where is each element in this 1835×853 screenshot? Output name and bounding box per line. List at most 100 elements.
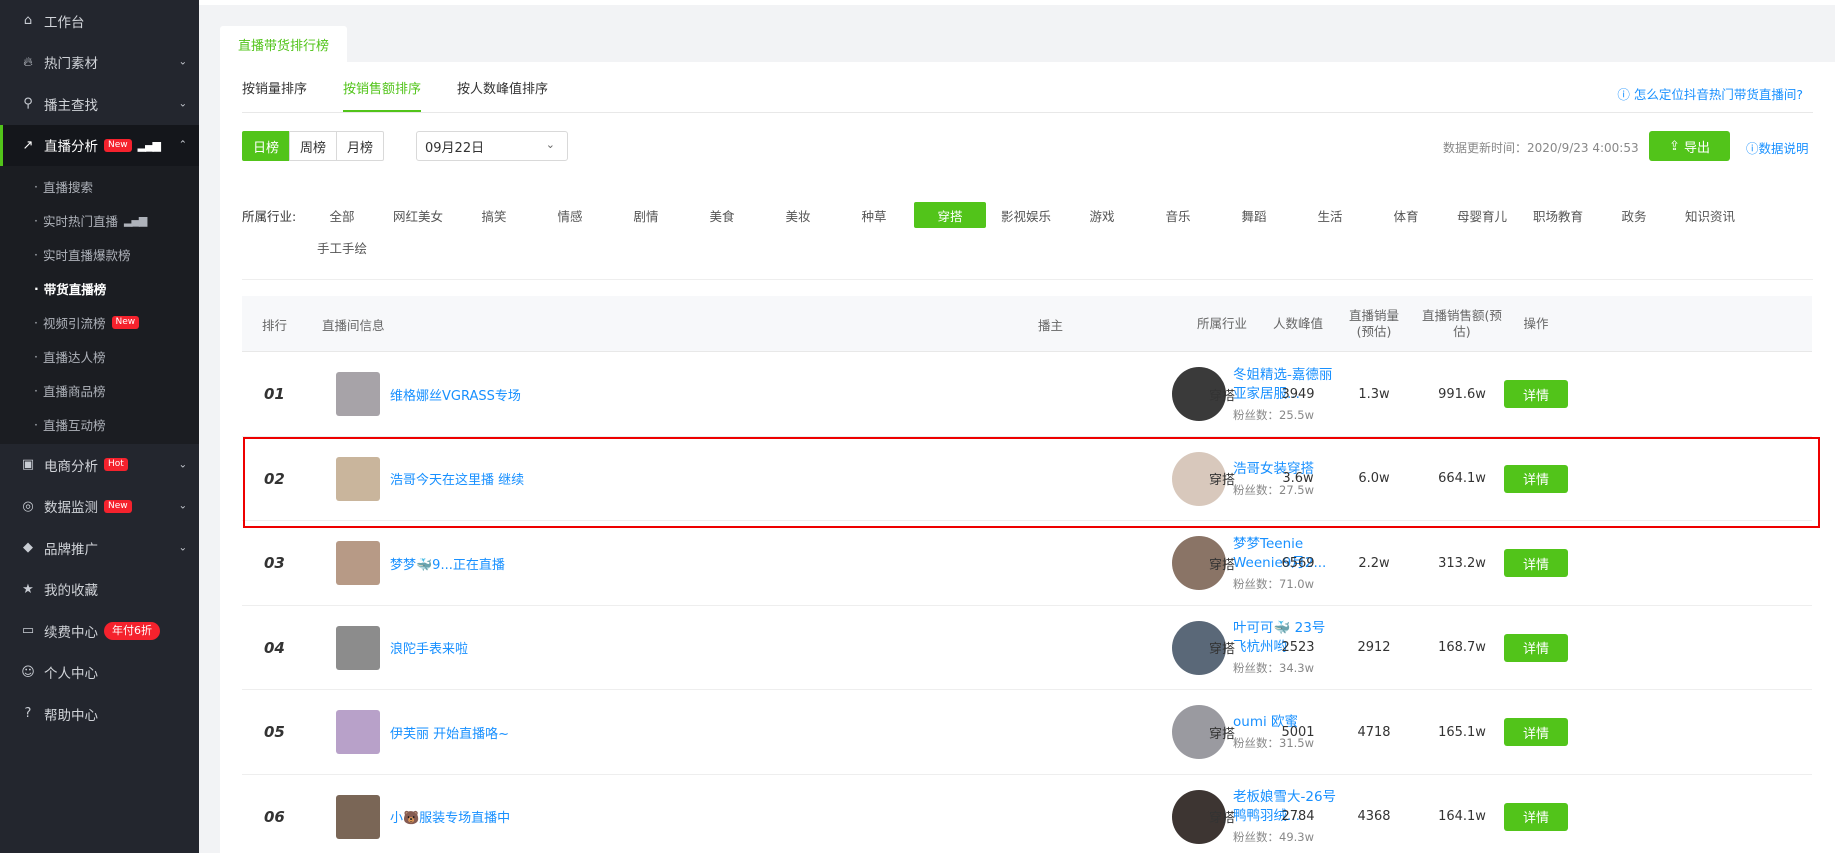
table-row: 01 维格娜丝VGRASS专场 冬姐精选-嘉德丽亚家居服... 粉丝数：25.5w 穿搭… <box>242 352 1812 437</box>
industry-chip[interactable]: 搞笑 <box>456 202 532 228</box>
table-row: 06 小🐻服装专场直播中 老板娘雪大-26号鸭鸭羽绒... 粉丝数：49.3w 穿搭 27… <box>242 775 1812 853</box>
industry-chip[interactable]: 生活 <box>1292 202 1368 228</box>
sales-volume-cell: 2912 <box>1357 640 1391 655</box>
sub-realtime-hot-live[interactable]: · 实时热门直播 ▂▄▆ <box>0 203 199 237</box>
help-link[interactable]: ⓘ 怎么定位抖音热门带货直播间? <box>1617 84 1803 103</box>
detail-button[interactable]: 详情 <box>1504 633 1568 662</box>
tab-sort-by-amount[interactable]: 按销售额排序 <box>343 62 422 112</box>
nav-help-center[interactable]: ? 帮助中心 <box>0 693 199 735</box>
industry-chip[interactable]: 剧情 <box>608 202 684 228</box>
room-info: 小🐻服装专场直播中 <box>336 775 510 853</box>
industry-chip[interactable]: 手工手绘 <box>304 234 380 260</box>
table-row: 05 伊芙丽 开始直播咯~ oumi 欧蜜 粉丝数：31.5w 穿搭 5001 4718 16… <box>242 690 1812 775</box>
industry-chip[interactable]: 美食 <box>684 202 760 228</box>
period-day-button[interactable]: 日榜 <box>242 131 290 161</box>
room-title-link[interactable]: 浪陀手表来啦 <box>390 638 468 657</box>
room-thumbnail[interactable] <box>336 625 380 670</box>
diamond-icon: ◆ <box>23 540 33 556</box>
nav-favorites[interactable]: ★ 我的收藏 <box>0 569 199 611</box>
nav-renewal-center[interactable]: ▭ 续费中心 年付6折 <box>0 610 199 652</box>
industry-chip[interactable]: 情感 <box>532 202 608 228</box>
data-explain-link[interactable]: ⓘ数据说明 <box>1746 138 1809 157</box>
th-host: 播主 <box>1038 317 1064 333</box>
nav-label: 品牌推广 <box>44 541 98 558</box>
date-picker[interactable]: 09月22日 ⌄ <box>416 131 568 161</box>
main-panel: 按销量排序 按销售额排序 按人数峰值排序 ⓘ 怎么定位抖音热门带货直播间? 日榜… <box>220 62 1835 853</box>
industry-cell: 穿搭 <box>1208 388 1235 404</box>
rank-number: 02 <box>264 469 285 488</box>
rank-number: 01 <box>264 385 285 403</box>
new-badge: New <box>104 499 132 513</box>
nav-ecommerce-analysis[interactable]: ▣ 电商分析 Hot ⌄ <box>0 444 199 486</box>
sales-amount-cell: 165.1w <box>1438 724 1486 740</box>
card-icon: ▭ <box>21 623 35 639</box>
industry-chip[interactable]: 穿搭 <box>914 202 986 228</box>
room-thumbnail[interactable] <box>336 456 380 501</box>
page-tabbar: 直播带货排行榜 <box>220 26 348 62</box>
nav-hot-materials[interactable]: 🔥︎ 热门素材 ⌄ <box>0 42 199 84</box>
room-thumbnail[interactable] <box>336 794 380 839</box>
industry-chip[interactable]: 职场教育 <box>1520 202 1596 228</box>
room-title-link[interactable]: 小🐻服装专场直播中 <box>390 807 510 826</box>
sub-live-goods-rank[interactable]: · 直播商品榜 <box>0 373 199 407</box>
industry-chip[interactable]: 音乐 <box>1140 202 1216 228</box>
nav-label: 直播分析 <box>44 139 98 156</box>
sub-live-talent-rank[interactable]: · 直播达人榜 <box>0 339 199 373</box>
sub-live-search[interactable]: · 直播搜索 <box>0 169 199 203</box>
nav-live-analysis[interactable]: ↗ 直播分析 New ▂▄▆ ⌃ <box>0 124 199 166</box>
industry-chip[interactable]: 全部 <box>304 202 380 228</box>
nav-personal-center[interactable]: ☺ 个人中心 <box>0 652 199 694</box>
detail-button[interactable]: 详情 <box>1504 380 1568 408</box>
period-month-button[interactable]: 月榜 <box>336 131 384 161</box>
industry-chip[interactable]: 体育 <box>1368 202 1444 228</box>
industry-chip[interactable]: 网红美女 <box>380 202 456 228</box>
tab-sort-by-peak[interactable]: 按人数峰值排序 <box>457 62 548 112</box>
tab-sales-live-rank[interactable]: 直播带货排行榜 <box>220 26 348 62</box>
nav-workbench[interactable]: ⌂ 工作台 <box>0 0 199 42</box>
industry-chip[interactable]: 影视娱乐 <box>988 202 1064 228</box>
sub-sales-live-rank[interactable]: · 带货直播榜 <box>0 271 199 305</box>
industry-chip[interactable]: 游戏 <box>1064 202 1140 228</box>
industry-chip[interactable]: 政务 <box>1596 202 1672 228</box>
industry-chip[interactable]: 美妆 <box>760 202 836 228</box>
detail-button[interactable]: 详情 <box>1504 464 1568 493</box>
detail-button[interactable]: 详情 <box>1504 549 1568 577</box>
industry-chip[interactable]: 舞蹈 <box>1216 202 1292 228</box>
help-icon: ? <box>24 706 32 722</box>
table-header: 排行 直播间信息 播主 所属行业 人数峰值 直播销量(预估) 直播销售额(预估)… <box>242 296 1812 352</box>
room-title-link[interactable]: 维格娜丝VGRASS专场 <box>390 385 521 404</box>
chevron-down-icon: ⌄ <box>178 98 187 110</box>
nav-label: 电商分析 <box>44 458 98 475</box>
detail-button[interactable]: 详情 <box>1504 718 1568 746</box>
room-thumbnail[interactable] <box>336 541 380 585</box>
date-value: 09月22日 <box>425 140 485 156</box>
industry-filter: 全部 网红美女 搞笑 情感 剧情 美食 美妆 种草 穿搭 影视娱乐 游戏 音乐 舞蹈 生活 体育 母婴育儿 职场… <box>304 202 1784 266</box>
top-strip <box>199 0 1835 5</box>
tab-sort-by-volume[interactable]: 按销量排序 <box>242 62 307 112</box>
sub-live-interact-rank[interactable]: · 直播互动榜 <box>0 407 199 441</box>
industry-chip[interactable]: 种草 <box>836 202 912 228</box>
rank-number: 03 <box>264 554 285 572</box>
sub-realtime-hit-list[interactable]: · 实时直播爆款榜 <box>0 237 199 271</box>
room-title-link[interactable]: 梦梦🐳9...正在直播 <box>390 554 505 573</box>
question-icon: ⓘ <box>1746 141 1759 156</box>
room-thumbnail[interactable] <box>336 710 380 754</box>
sales-volume-cell: 6.0w <box>1358 471 1390 486</box>
bar-chart-icon: ▂▄▆ <box>124 213 147 227</box>
nav-data-monitor[interactable]: ◎ 数据监测 New ⌄ <box>0 486 199 528</box>
industry-chip[interactable]: 母婴育儿 <box>1444 202 1520 228</box>
nav-host-search[interactable]: ⚲ 播主查找 ⌄ <box>0 83 199 125</box>
bag-icon: ▣ <box>21 457 35 473</box>
nav-label: 续费中心 <box>44 624 98 641</box>
room-thumbnail[interactable] <box>336 372 380 416</box>
period-week-button[interactable]: 周榜 <box>289 131 337 161</box>
period-toggle: 日榜 周榜 月榜 <box>242 131 384 161</box>
room-title-link[interactable]: 伊芙丽 开始直播咯~ <box>390 723 509 742</box>
room-info: 梦梦🐳9...正在直播 <box>336 521 505 605</box>
sub-video-traffic-rank[interactable]: · 视频引流榜 New <box>0 305 199 339</box>
industry-chip[interactable]: 知识资讯 <box>1672 202 1748 228</box>
nav-brand-promo[interactable]: ◆ 品牌推广 ⌄ <box>0 527 199 569</box>
room-title-link[interactable]: 浩哥今天在这里播 继续 <box>390 469 524 488</box>
detail-button[interactable]: 详情 <box>1504 802 1568 831</box>
export-button[interactable]: ⇪ 导出 <box>1649 131 1730 161</box>
